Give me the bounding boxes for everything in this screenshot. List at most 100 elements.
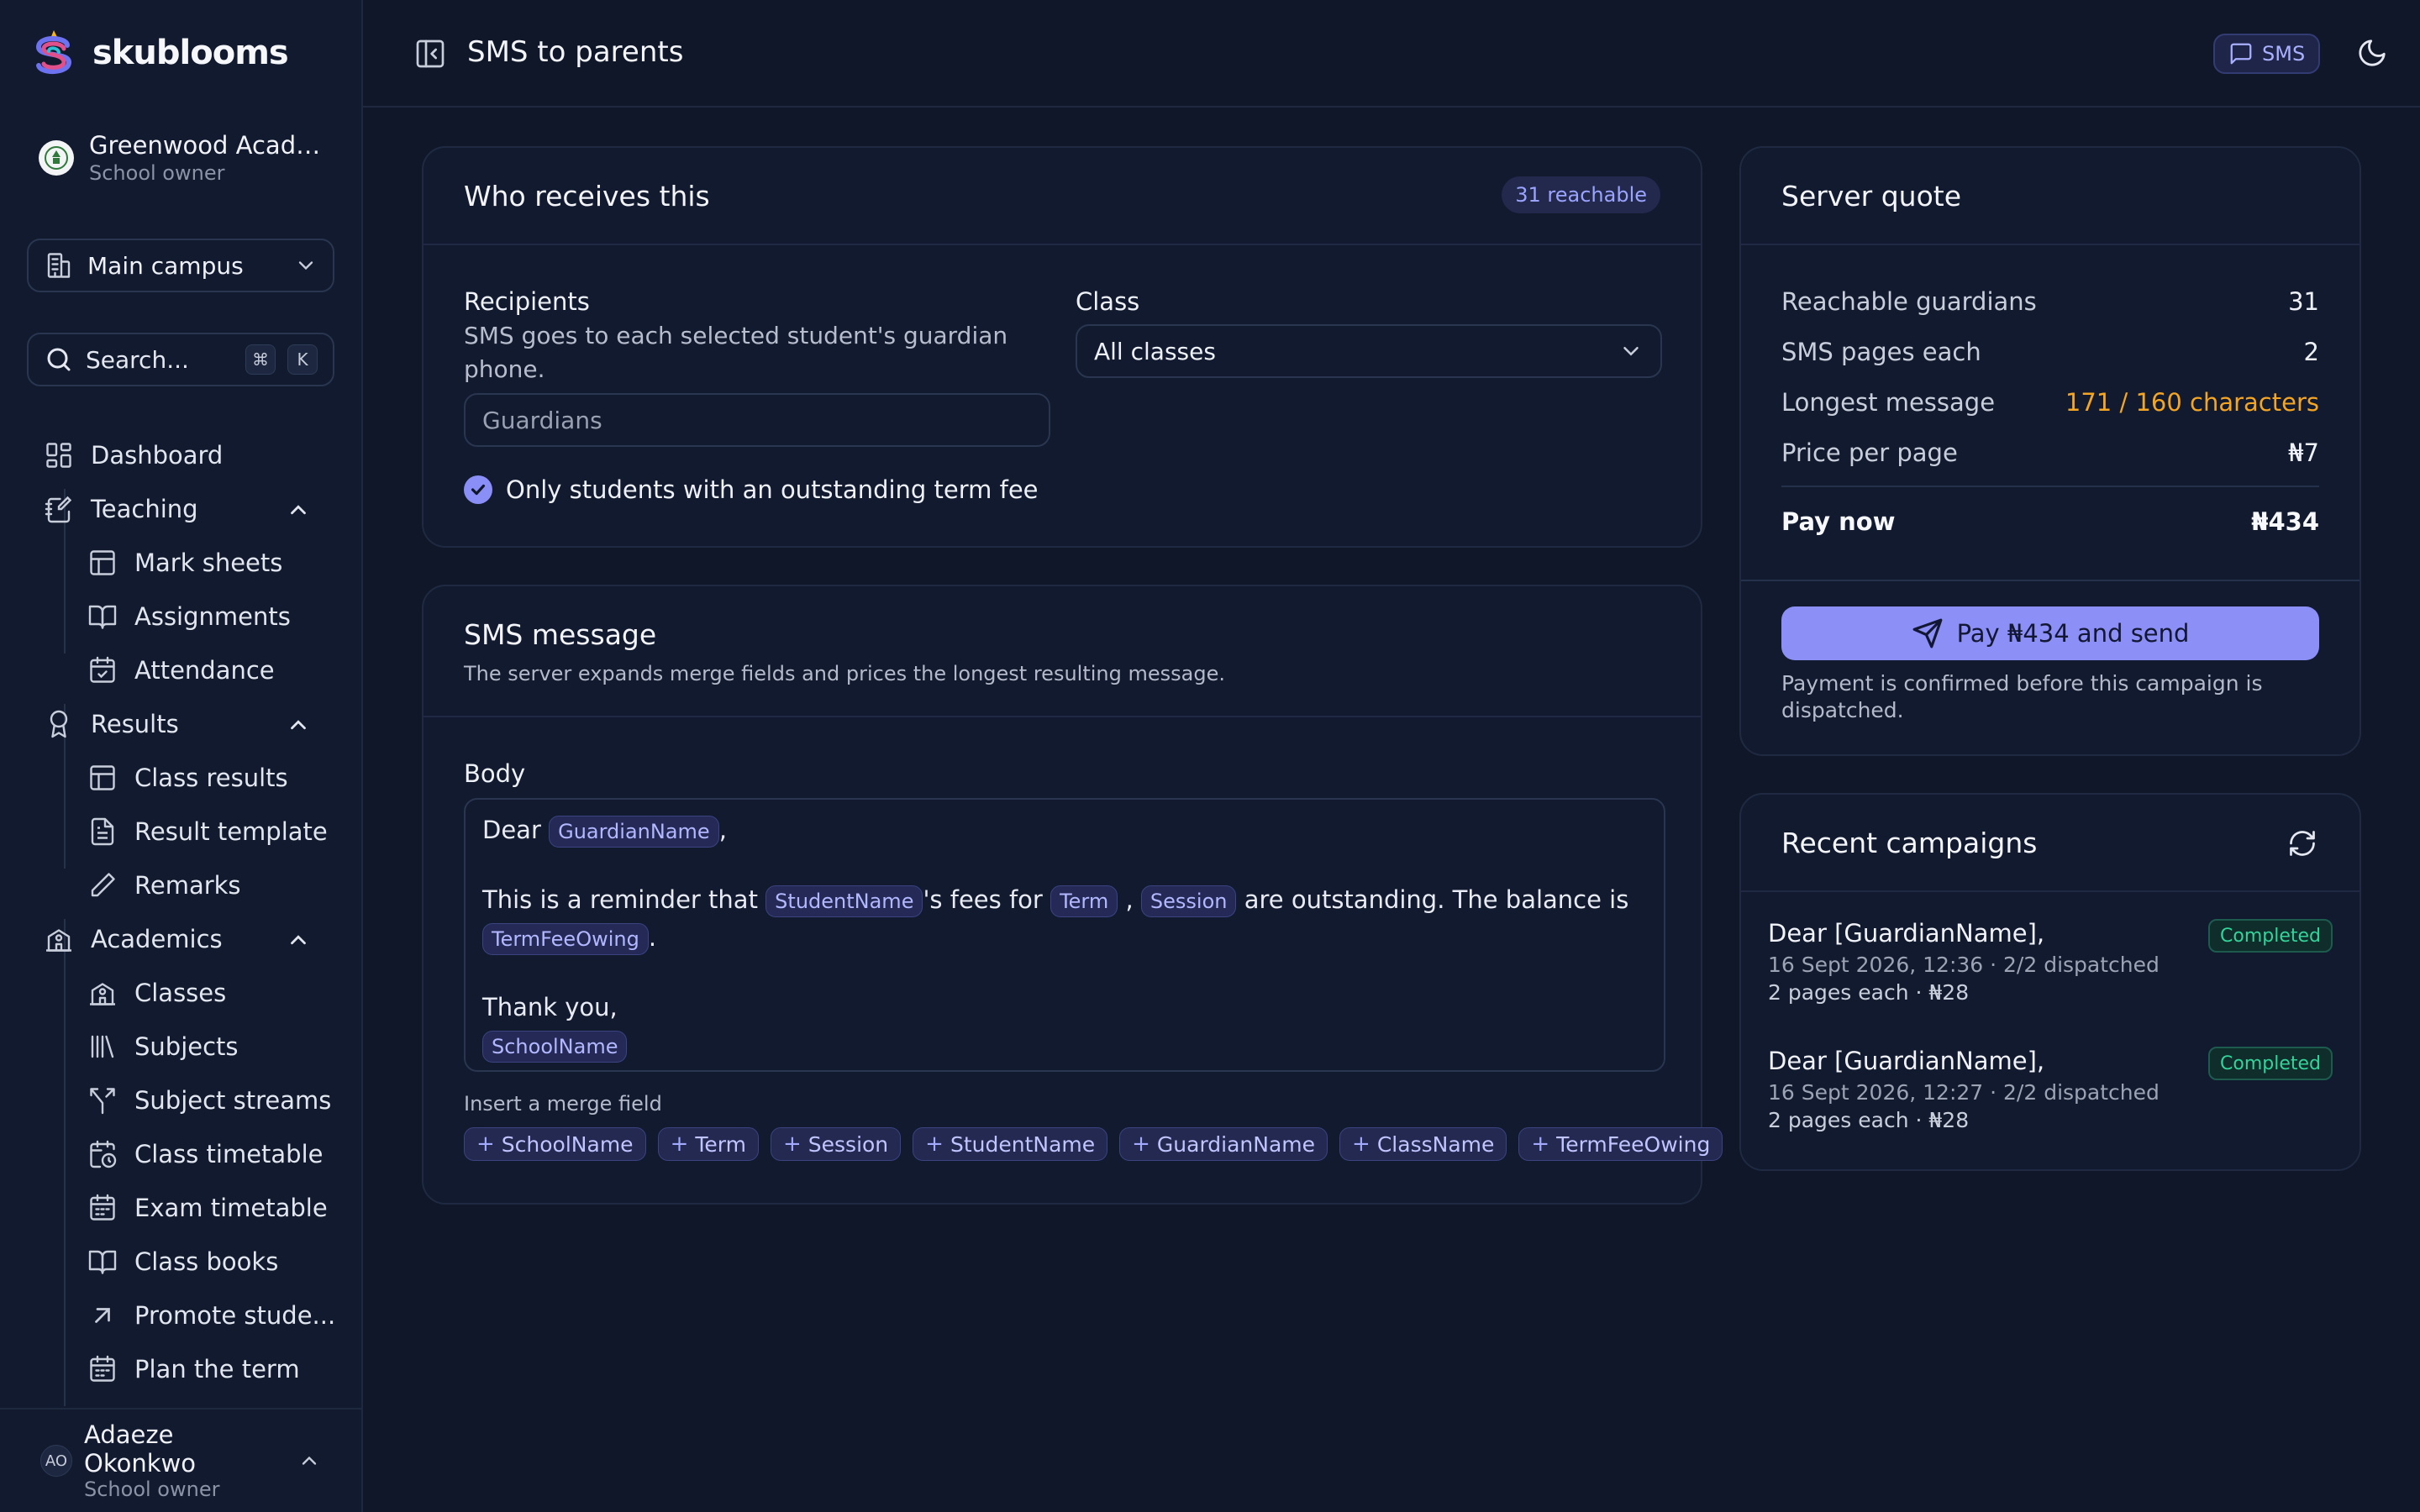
body-text: Thank you,: [482, 993, 618, 1021]
campaign-item[interactable]: Dear [GuardianName], 16 Sept 2026, 12:27…: [1768, 1047, 2333, 1132]
merge-field-token: StudentName: [765, 885, 923, 917]
insert-merge-field-button[interactable]: + Session: [770, 1127, 902, 1161]
card-description: The server expands merge fields and pric…: [464, 662, 1225, 685]
divider: [1741, 580, 2360, 581]
sidebar-item-label: Teaching: [91, 495, 198, 523]
campus-label: Main campus: [87, 251, 244, 280]
status-badge: Completed: [2208, 919, 2333, 953]
class-label: Class: [1076, 287, 1140, 316]
sidebar-item-subject-streams[interactable]: Subject streams: [87, 1080, 331, 1121]
chevron-up-icon[interactable]: [286, 927, 311, 953]
sidebar-item-label: Academics: [91, 925, 223, 953]
campus-select[interactable]: Main campus: [27, 239, 334, 292]
sidebar-item-class-timetable[interactable]: Class timetable: [87, 1134, 323, 1174]
sidebar-item-dashboard[interactable]: Dashboard: [44, 435, 223, 475]
notebook-pen-icon: [44, 494, 74, 524]
school-switcher[interactable]: Greenwood Academy School owner: [39, 131, 326, 185]
recipients-card: Who receives this 31 reachable Recipient…: [422, 146, 1702, 548]
insert-merge-field-button[interactable]: + Term: [657, 1127, 759, 1161]
sidebar-item-subjects[interactable]: Subjects: [87, 1026, 239, 1067]
dashboard-icon: [44, 440, 74, 470]
insert-merge-field-button[interactable]: + ClassName: [1339, 1127, 1507, 1161]
card-header: Server quote: [1741, 148, 2360, 245]
sms-message-card: SMS message The server expands merge fie…: [422, 585, 1723, 1205]
pay-and-send-button[interactable]: Pay ₦434 and send: [1781, 606, 2319, 660]
sidebar-item-promote-students[interactable]: Promote stude...: [87, 1295, 335, 1336]
brand[interactable]: skublooms: [30, 27, 289, 79]
insert-merge-field-button[interactable]: + GuardianName: [1119, 1127, 1328, 1161]
user-menu[interactable]: AO Adaeze Okonkwo School owner: [0, 1408, 363, 1512]
calendar-icon: [87, 1354, 118, 1384]
page-title: SMS to parents: [467, 35, 684, 69]
sidebar-item-academics[interactable]: Academics: [44, 919, 223, 959]
message-body-editor[interactable]: Dear GuardianName, This is a reminder th…: [464, 798, 1665, 1072]
sidebar-item-label: Classes: [134, 979, 227, 1007]
sidebar-item-attendance[interactable]: Attendance: [87, 650, 275, 690]
sidebar-item-remarks[interactable]: Remarks: [87, 865, 241, 906]
sms-label: SMS: [2262, 42, 2306, 66]
sidebar-item-classes[interactable]: Classes: [87, 973, 226, 1013]
send-icon: [1912, 617, 1944, 649]
chevron-up-icon[interactable]: [286, 497, 311, 522]
sidebar-item-result-template[interactable]: Result template: [87, 811, 328, 852]
building-icon: [44, 250, 74, 281]
plus-icon: +: [1352, 1131, 1370, 1157]
quote-key: Price per page: [1781, 438, 1958, 467]
quote-row-pay-now: Pay now ₦434: [1781, 507, 2319, 536]
award-icon: [44, 709, 74, 739]
sidebar-toggle-icon[interactable]: [413, 37, 447, 71]
quote-value: 31: [2288, 287, 2319, 316]
sidebar-item-label: Attendance: [134, 656, 275, 685]
plus-icon: +: [782, 1131, 802, 1157]
refresh-icon[interactable]: [2287, 828, 2317, 858]
sidebar-item-label: Remarks: [134, 871, 241, 900]
insert-merge-field-button[interactable]: + StudentName: [913, 1127, 1108, 1161]
insert-merge-field-button[interactable]: + TermFeeOwing: [1518, 1127, 1723, 1161]
sidebar-item-exam-timetable[interactable]: Exam timetable: [87, 1188, 328, 1228]
card-title: Recent campaigns: [1781, 827, 2038, 859]
insert-merge-field-button[interactable]: + SchoolName: [464, 1127, 646, 1161]
chevron-up-icon[interactable]: [286, 712, 311, 738]
class-select[interactable]: All classes: [1076, 324, 1662, 378]
chevron-up-icon: [297, 1449, 321, 1473]
school-logo: [39, 140, 74, 176]
sidebar-item-label: Class results: [134, 764, 288, 792]
server-quote-card: Server quote Reachable guardians 31 SMS …: [1739, 146, 2361, 756]
school-name: Greenwood Academy: [89, 131, 326, 160]
merge-field-label: TermFeeOwing: [1556, 1131, 1711, 1157]
merge-field-token: GuardianName: [549, 816, 719, 848]
body-label: Body: [464, 759, 526, 788]
sidebar-item-mark-sheets[interactable]: Mark sheets: [87, 543, 282, 583]
quote-row-pages: SMS pages each 2: [1781, 338, 2319, 366]
arrow-up-right-icon: [87, 1300, 118, 1331]
sidebar-item-label: Class books: [134, 1247, 279, 1276]
sidebar-item-plan-term[interactable]: Plan the term: [87, 1349, 300, 1389]
sidebar-item-teaching[interactable]: Teaching: [44, 489, 198, 529]
campaign-item[interactable]: Dear [GuardianName], 16 Sept 2026, 12:36…: [1768, 919, 2333, 1005]
body-line: SchoolName: [482, 1026, 1647, 1064]
merge-field-label: Session: [808, 1131, 889, 1157]
sidebar-item-label: Exam timetable: [134, 1194, 328, 1222]
merge-field-label: Term: [695, 1131, 746, 1157]
quote-key: Longest message: [1781, 388, 1996, 417]
outstanding-fee-checkbox[interactable]: Only students with an outstanding term f…: [464, 475, 1039, 504]
sidebar-item-assignments[interactable]: Assignments: [87, 596, 291, 637]
sidebar-item-results[interactable]: Results: [44, 704, 179, 744]
card-header: Who receives this 31 reachable: [424, 148, 1701, 245]
search-label: Search...: [86, 345, 189, 374]
moon-icon[interactable]: [2356, 37, 2388, 69]
campaign-pages: 2 pages each · ₦28: [1768, 980, 1970, 1005]
split-icon: [87, 1085, 118, 1116]
academics-tree-line: [64, 919, 66, 1406]
merge-field-token: Term: [1050, 885, 1118, 917]
quote-row-price: Price per page ₦7: [1781, 438, 2319, 467]
outstanding-fee-label: Only students with an outstanding term f…: [506, 475, 1039, 504]
sidebar-item-class-results[interactable]: Class results: [87, 758, 288, 798]
pay-button-label: Pay ₦434 and send: [1956, 619, 2190, 648]
sidebar-item-class-books[interactable]: Class books: [87, 1242, 278, 1282]
recipients-input[interactable]: Guardians: [464, 393, 1050, 447]
calendar-check-icon: [87, 655, 118, 685]
search-button[interactable]: Search... ⌘ K: [27, 333, 334, 386]
sidebar-item-label: Class timetable: [134, 1140, 324, 1168]
sms-channel-badge[interactable]: SMS: [2213, 34, 2321, 74]
